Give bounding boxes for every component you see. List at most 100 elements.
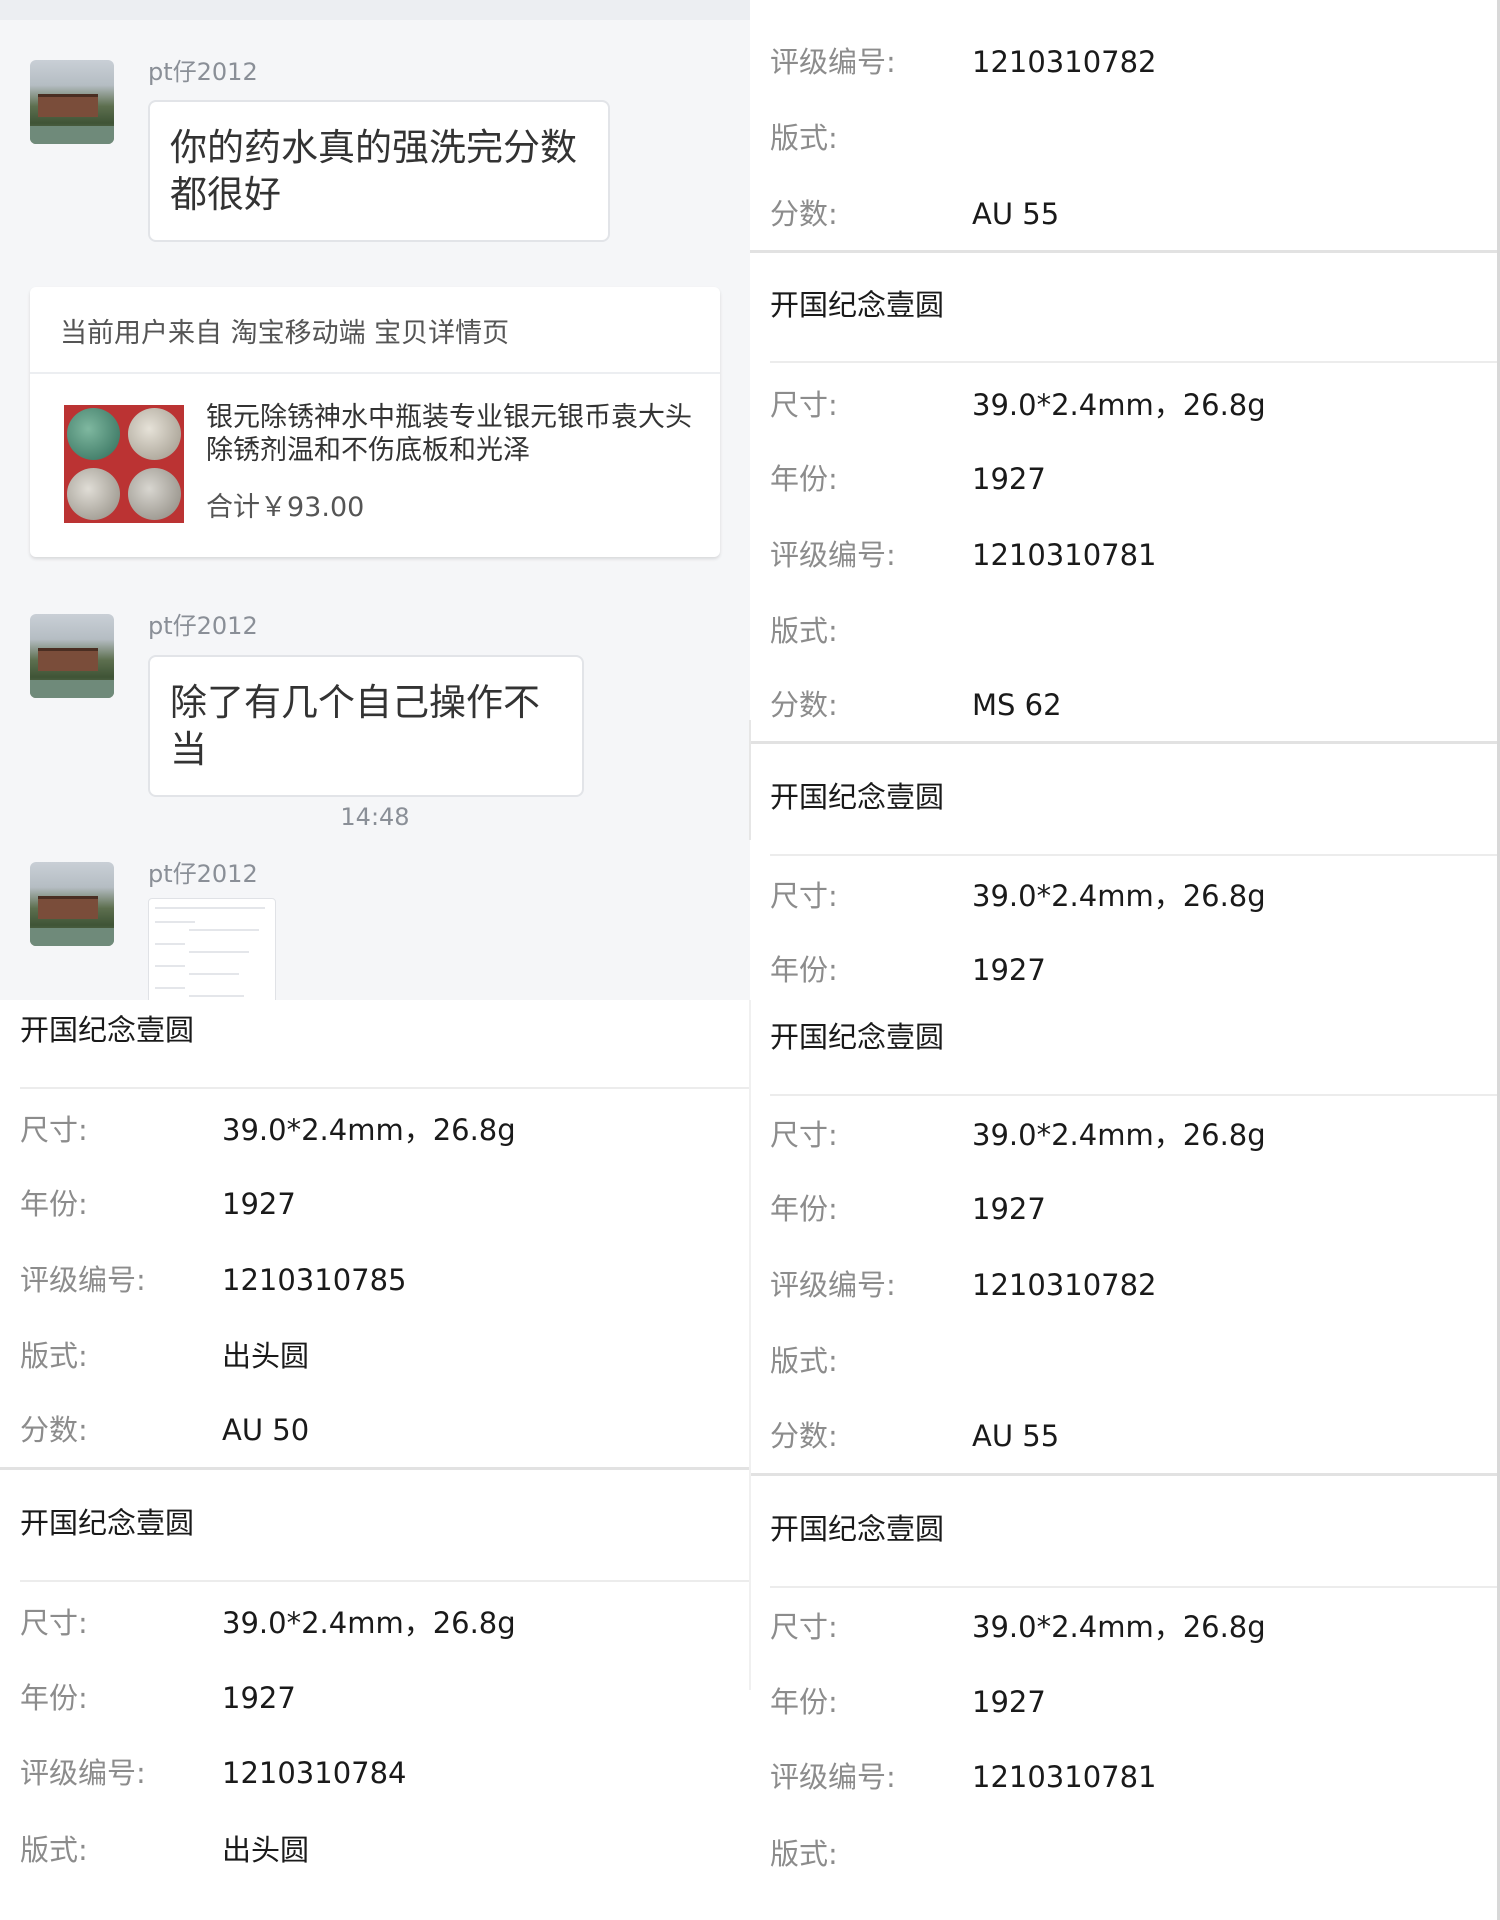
- spec-label: 版式:: [20, 1833, 88, 1867]
- spec-row-size: 尺寸: 39.0*2.4mm，26.8g: [750, 385, 1500, 425]
- coin-card-title: 开国纪念壹圆: [770, 1512, 945, 1546]
- spec-row-grade-no: 评级编号: 1210310781: [750, 1757, 1500, 1797]
- spec-value: 1210310782: [972, 1268, 1157, 1302]
- spec-panel-bottom-left: 开国纪念壹圆 尺寸: 39.0*2.4mm，26.8g 年份: 1927 评级编…: [0, 1000, 750, 1920]
- spec-value: 出头圆: [222, 1339, 310, 1373]
- spec-label: 尺寸:: [770, 1610, 838, 1644]
- spec-value: 1210310782: [972, 45, 1157, 79]
- spec-value: 1210310785: [222, 1263, 407, 1297]
- spec-value: 1210310784: [222, 1756, 407, 1790]
- spec-label: 年份:: [20, 1681, 88, 1715]
- message-bubble[interactable]: 你的药水真的强洗完分数都很好: [148, 100, 610, 242]
- spec-value: 出头圆: [222, 1833, 310, 1867]
- spec-row-grade-no: 评级编号: 1210310784: [0, 1753, 750, 1793]
- spec-label: 年份:: [770, 953, 838, 987]
- spec-label: 尺寸:: [20, 1606, 88, 1640]
- spec-value: 1927: [222, 1681, 296, 1715]
- image-message-thumbnail[interactable]: [148, 898, 276, 1000]
- product-price: 合计￥93.00: [206, 492, 365, 523]
- spec-label: 年份:: [770, 1685, 838, 1719]
- spec-label: 年份:: [770, 462, 838, 496]
- source-info-text: 当前用户来自 淘宝移动端 宝贝详情页: [60, 318, 510, 349]
- panel-separator: [749, 720, 751, 840]
- avatar[interactable]: [30, 60, 114, 144]
- chat-timestamp: 14:48: [340, 803, 410, 831]
- spec-panel-bottom-right: 开国纪念壹圆 尺寸: 39.0*2.4mm，26.8g 年份: 1927 评级编…: [750, 1000, 1500, 1920]
- spec-row-score: 分数: MS 62: [750, 685, 1500, 725]
- spec-label: 评级编号:: [770, 1268, 896, 1302]
- card-divider: [750, 1473, 1500, 1476]
- spec-value: 1927: [972, 1192, 1046, 1226]
- message-sender: pt仔2012: [148, 612, 258, 640]
- avatar[interactable]: [30, 614, 114, 698]
- spec-value: 39.0*2.4mm，26.8g: [972, 388, 1266, 422]
- spec-label: 分数:: [20, 1413, 88, 1447]
- panel-separator: [749, 1000, 751, 1690]
- card-divider: [750, 250, 1500, 253]
- spec-row-size: 尺寸: 39.0*2.4mm，26.8g: [0, 1110, 750, 1150]
- title-divider: [770, 854, 1500, 856]
- coin-card-title: 开国纪念壹圆: [770, 780, 945, 814]
- spec-label: 分数:: [770, 1419, 838, 1453]
- message-sender: pt仔2012: [148, 58, 258, 86]
- spec-value: AU 55: [972, 1419, 1060, 1453]
- spec-row-year: 年份: 1927: [750, 1189, 1500, 1229]
- spec-label: 分数:: [770, 197, 838, 231]
- spec-label: 尺寸:: [770, 388, 838, 422]
- coin-card-title: 开国纪念壹圆: [20, 1013, 195, 1047]
- coin-card-title: 开国纪念壹圆: [20, 1506, 195, 1540]
- spec-label: 年份:: [20, 1187, 88, 1221]
- spec-value: 39.0*2.4mm，26.8g: [222, 1113, 516, 1147]
- spec-value: 1927: [972, 953, 1046, 987]
- spec-row-variety: 版式: 出头圆: [0, 1336, 750, 1376]
- avatar[interactable]: [30, 862, 114, 946]
- spec-row-size: 尺寸: 39.0*2.4mm，26.8g: [750, 876, 1500, 916]
- product-thumbnail[interactable]: [64, 405, 184, 523]
- spec-row-variety: 版式:: [750, 1341, 1500, 1381]
- spec-row-score: 分数: AU 55: [750, 1416, 1500, 1456]
- spec-row-grade-no: 评级编号: 1210310782: [750, 1265, 1500, 1305]
- product-source-card[interactable]: 当前用户来自 淘宝移动端 宝贝详情页 银元除锈神水中瓶装专业银元银币袁大头除锈剂…: [30, 287, 720, 557]
- spec-row-size: 尺寸: 39.0*2.4mm，26.8g: [750, 1607, 1500, 1647]
- title-divider: [770, 1094, 1500, 1096]
- spec-value: 1927: [222, 1187, 296, 1221]
- spec-label: 评级编号:: [770, 1760, 896, 1794]
- coin-card-title: 开国纪念壹圆: [770, 1020, 945, 1054]
- spec-row-year: 年份: 1927: [750, 950, 1500, 990]
- spec-row-size: 尺寸: 39.0*2.4mm，26.8g: [0, 1603, 750, 1643]
- chat-panel: pt仔2012 你的药水真的强洗完分数都很好 当前用户来自 淘宝移动端 宝贝详情…: [0, 0, 750, 1000]
- spec-row-grade-no: 评级编号: 1210310781: [750, 535, 1500, 575]
- title-divider: [20, 1580, 750, 1582]
- spec-value: 39.0*2.4mm，26.8g: [972, 879, 1266, 913]
- spec-panel-top-right: 评级编号: 1210310782 版式: 分数: AU 55 开国纪念壹圆 尺寸…: [750, 0, 1500, 1000]
- spec-label: 尺寸:: [770, 1118, 838, 1152]
- spec-value: 1927: [972, 462, 1046, 496]
- spec-value: 39.0*2.4mm，26.8g: [972, 1610, 1266, 1644]
- spec-row-year: 年份: 1927: [0, 1678, 750, 1718]
- spec-label: 评级编号:: [770, 45, 896, 79]
- title-divider: [770, 361, 1500, 363]
- spec-label: 版式:: [770, 1344, 838, 1378]
- spec-row-score: 分数: AU 50: [0, 1410, 750, 1450]
- product-title[interactable]: 银元除锈神水中瓶装专业银元银币袁大头除锈剂温和不伤底板和光泽: [206, 401, 696, 467]
- spec-value: 1210310781: [972, 538, 1157, 572]
- spec-value: 39.0*2.4mm，26.8g: [972, 1118, 1266, 1152]
- spec-row-variety: 版式:: [750, 118, 1500, 158]
- spec-label: 评级编号:: [20, 1756, 146, 1790]
- spec-value: MS 62: [972, 688, 1062, 722]
- spec-label: 年份:: [770, 1192, 838, 1226]
- spec-value: 1210310781: [972, 1760, 1157, 1794]
- message-bubble[interactable]: 除了有几个自己操作不当: [148, 655, 584, 797]
- spec-row-year: 年份: 1927: [0, 1184, 750, 1224]
- spec-row-score: 分数: AU 55: [750, 194, 1500, 234]
- spec-label: 评级编号:: [770, 538, 896, 572]
- spec-label: 版式:: [770, 1837, 838, 1871]
- spec-label: 分数:: [770, 688, 838, 722]
- message-sender: pt仔2012: [148, 860, 258, 888]
- spec-row-year: 年份: 1927: [750, 1682, 1500, 1722]
- spec-row-variety: 版式:: [750, 611, 1500, 651]
- spec-row-variety: 版式: 出头圆: [0, 1830, 750, 1870]
- card-divider: [750, 741, 1500, 744]
- divider: [30, 372, 720, 374]
- coin-card-title: 开国纪念壹圆: [770, 288, 945, 322]
